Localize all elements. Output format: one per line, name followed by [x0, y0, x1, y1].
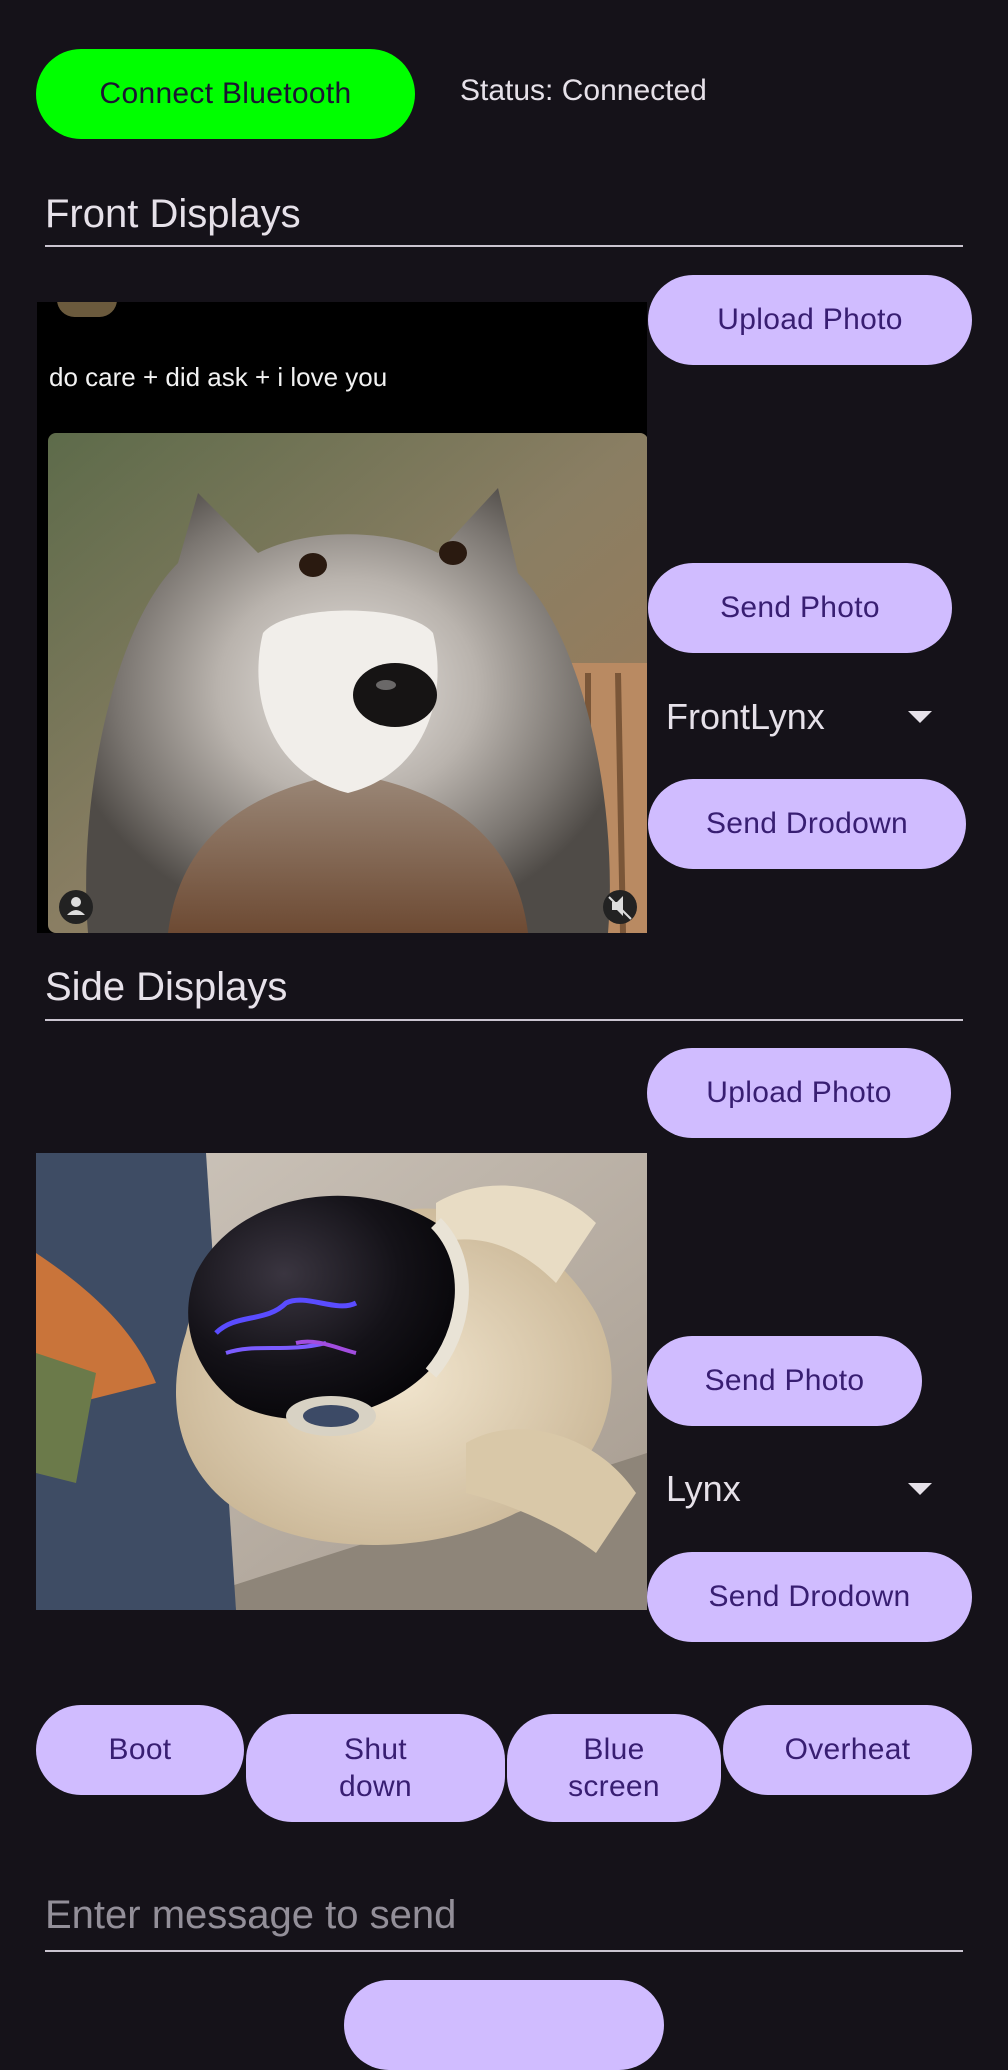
side-dropdown-value: Lynx	[666, 1468, 741, 1509]
side-upload-photo-button[interactable]: Upload Photo	[647, 1048, 951, 1138]
chevron-down-icon	[908, 711, 932, 723]
connection-status: Status: Connected	[460, 74, 707, 107]
send-message-button[interactable]	[344, 1980, 664, 2070]
front-dropdown-value: FrontLynx	[666, 696, 825, 737]
meme-caption: do care + did ask + i love you	[49, 362, 388, 392]
bluescreen-button[interactable]: Blue screen	[507, 1714, 721, 1822]
front-photo-preview: do care + did ask + i love you	[37, 302, 647, 933]
wolf-dog-photo	[48, 433, 647, 933]
side-photo-preview	[36, 1153, 647, 1610]
side-section-divider	[45, 1019, 963, 1021]
fursuit-head-photo	[36, 1153, 647, 1610]
front-display-dropdown[interactable]: FrontLynx	[666, 690, 932, 744]
front-send-photo-button[interactable]: Send Photo	[648, 563, 952, 653]
avatar-fragment	[57, 302, 117, 317]
boot-button[interactable]: Boot	[36, 1705, 244, 1795]
overheat-button[interactable]: Overheat	[723, 1705, 972, 1795]
front-send-dropdown-button[interactable]: Send Drodown	[648, 779, 966, 869]
side-send-dropdown-button[interactable]: Send Drodown	[647, 1552, 972, 1642]
side-displays-heading: Side Displays	[45, 965, 288, 1009]
message-input[interactable]: Enter message to send	[45, 1893, 456, 1938]
connect-bluetooth-button[interactable]: Connect Bluetooth	[36, 49, 415, 139]
side-display-dropdown[interactable]: Lynx	[666, 1462, 932, 1516]
shutdown-button[interactable]: Shut down	[246, 1714, 505, 1822]
side-send-photo-button[interactable]: Send Photo	[647, 1336, 922, 1426]
chevron-down-icon	[908, 1483, 932, 1495]
front-displays-heading: Front Displays	[45, 192, 301, 236]
message-input-underline	[45, 1950, 963, 1952]
front-upload-photo-button[interactable]: Upload Photo	[648, 275, 972, 365]
front-section-divider	[45, 245, 963, 247]
